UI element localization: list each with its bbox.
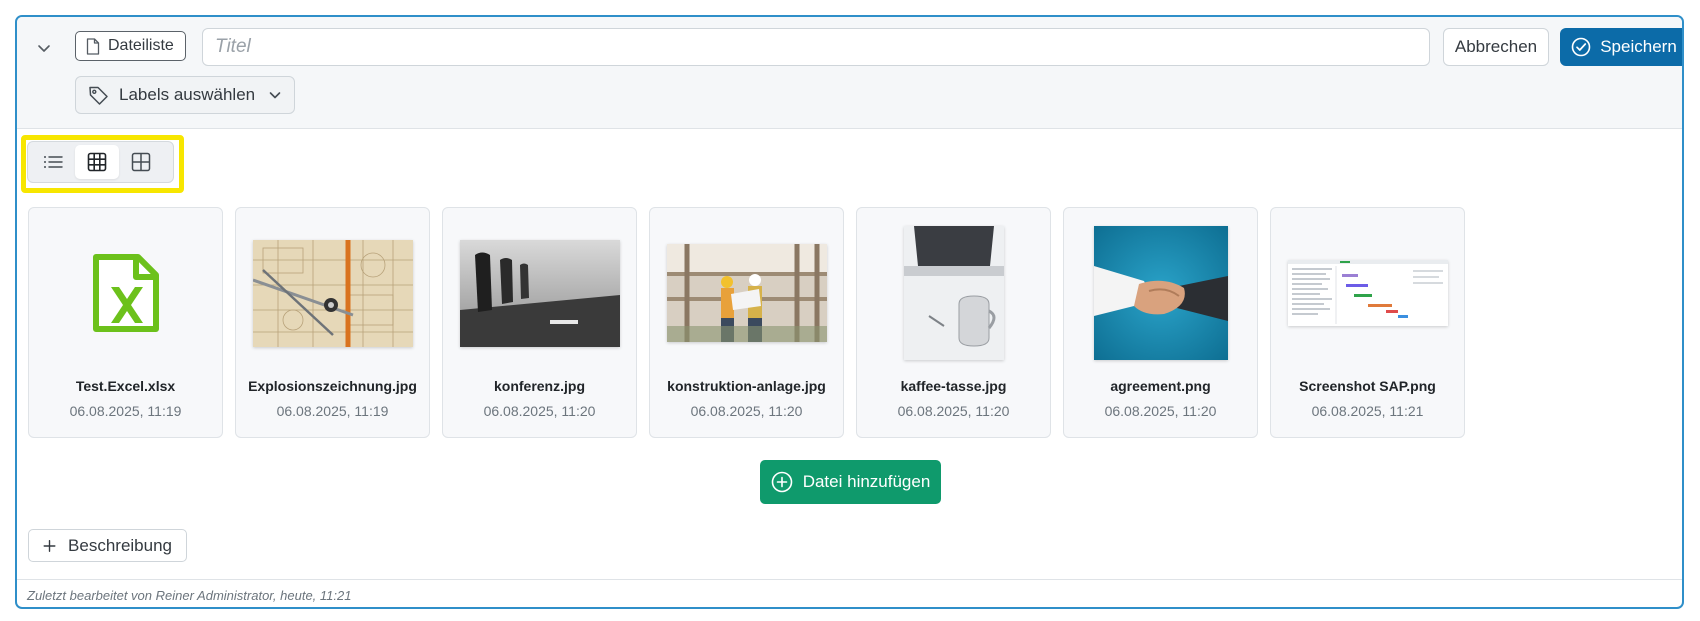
- file-thumbnail: [1271, 208, 1464, 378]
- file-tile[interactable]: agreement.png 06.08.2025, 11:20: [1063, 207, 1258, 438]
- file-thumbnail: [443, 208, 636, 378]
- add-description-label: Beschreibung: [68, 535, 172, 555]
- type-badge-label: Dateiliste: [108, 37, 174, 54]
- coffee-cup-laptop-image: [903, 226, 1004, 360]
- save-button-label: Speichern: [1600, 37, 1677, 56]
- file-name: konstruktion-anlage.jpg: [667, 378, 826, 394]
- file-name: Test.Excel.xlsx: [75, 378, 176, 394]
- file-date: 06.08.2025, 11:19: [69, 403, 182, 419]
- view-switch: [27, 141, 174, 183]
- file-grid: Test.Excel.xlsx 06.08.2025, 11:19 Explos…: [28, 207, 1465, 438]
- file-tile[interactable]: Test.Excel.xlsx 06.08.2025, 11:19: [28, 207, 223, 438]
- file-thumbnail: [857, 208, 1050, 378]
- file-thumbnail: [236, 208, 429, 378]
- list-view-button[interactable]: [31, 145, 75, 179]
- file-date: 06.08.2025, 11:20: [897, 403, 1010, 419]
- file-date: 06.08.2025, 11:19: [276, 403, 389, 419]
- file-date: 06.08.2025, 11:20: [690, 403, 803, 419]
- labels-select-label: Labels auswählen: [119, 85, 256, 104]
- file-tile[interactable]: Screenshot SAP.png 06.08.2025, 11:21: [1270, 207, 1465, 438]
- grid-icon: [131, 152, 151, 172]
- plus-icon: [43, 539, 56, 552]
- file-tile[interactable]: Explosionszeichnung.jpg 06.08.2025, 11:1…: [235, 207, 430, 438]
- construction-site-image: [666, 244, 827, 342]
- collapse-toggle[interactable]: [29, 33, 59, 63]
- file-tile[interactable]: kaffee-tasse.jpg 06.08.2025, 11:20: [856, 207, 1051, 438]
- excel-file-icon: [92, 254, 159, 332]
- table-grid-icon: [87, 152, 107, 172]
- cancel-button[interactable]: Abbrechen: [1443, 28, 1549, 66]
- last-edited-footer: Zuletzt bearbeitet von Reiner Administra…: [17, 579, 1682, 607]
- file-tile[interactable]: konferenz.jpg 06.08.2025, 11:20: [442, 207, 637, 438]
- chevron-down-icon: [269, 92, 281, 99]
- title-input[interactable]: [202, 28, 1430, 66]
- conference-room-image: [459, 239, 620, 347]
- file-list-card: Dateiliste Abbrechen Speichern Labels au…: [15, 15, 1684, 609]
- file-tile[interactable]: konstruktion-anlage.jpg 06.08.2025, 11:2…: [649, 207, 844, 438]
- add-description-button[interactable]: Beschreibung: [28, 529, 187, 562]
- file-thumbnail: [650, 208, 843, 378]
- plus-circle-icon: [771, 471, 793, 493]
- labels-select[interactable]: Labels auswählen: [75, 76, 295, 114]
- file-date: 06.08.2025, 11:20: [1104, 403, 1217, 419]
- file-name: agreement.png: [1110, 378, 1211, 394]
- save-button[interactable]: Speichern: [1560, 28, 1682, 66]
- add-file-button[interactable]: Datei hinzufügen: [760, 460, 941, 504]
- file-thumbnail: [29, 208, 222, 378]
- file-name: Screenshot SAP.png: [1299, 378, 1436, 394]
- file-date: 06.08.2025, 11:20: [483, 403, 596, 419]
- chevron-down-icon: [38, 45, 50, 52]
- table-view-button[interactable]: [75, 145, 119, 179]
- list-icon: [44, 156, 63, 168]
- grid-view-button[interactable]: [119, 145, 163, 179]
- check-circle-icon: [1571, 37, 1591, 57]
- tag-icon: [89, 86, 108, 105]
- file-name: kaffee-tasse.jpg: [900, 378, 1007, 394]
- handshake-image: [1093, 226, 1228, 360]
- card-header: Dateiliste Abbrechen Speichern Labels au…: [17, 17, 1682, 129]
- file-thumbnail: [1064, 208, 1257, 378]
- file-name: Explosionszeichnung.jpg: [248, 378, 417, 394]
- sap-screenshot-image: [1287, 260, 1448, 326]
- type-badge: Dateiliste: [75, 31, 186, 61]
- file-name: konferenz.jpg: [493, 378, 585, 394]
- blueprint-drawing-image: [252, 239, 413, 347]
- add-file-label: Datei hinzufügen: [802, 472, 931, 491]
- file-icon: [86, 37, 100, 55]
- file-date: 06.08.2025, 11:21: [1311, 403, 1424, 419]
